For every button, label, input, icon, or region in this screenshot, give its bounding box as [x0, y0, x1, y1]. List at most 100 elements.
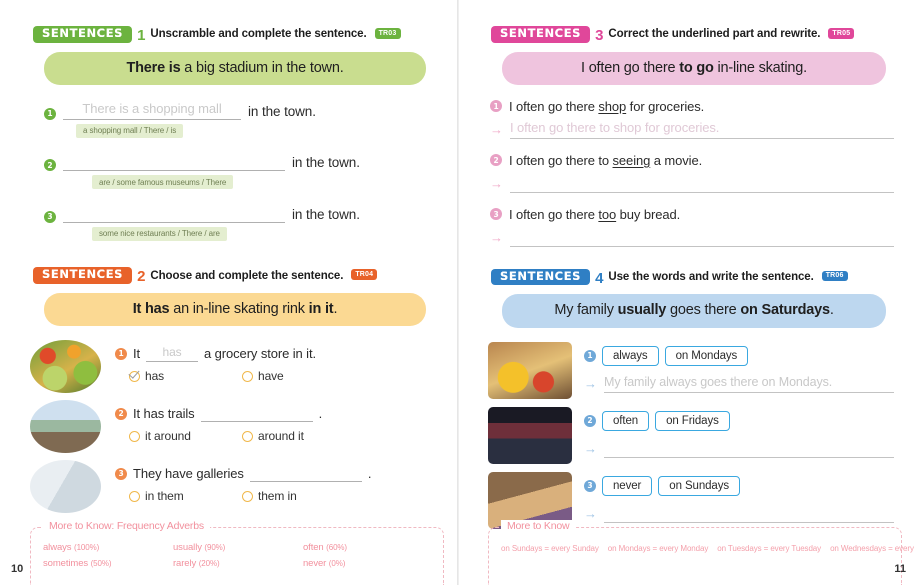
- answer-blank[interactable]: [63, 150, 285, 172]
- model-bold-part-2: on Saturdays: [740, 302, 830, 319]
- word-chip[interactable]: on Fridays: [655, 410, 730, 431]
- model-plain-part: My family: [554, 302, 618, 319]
- section-sentences-2: SENTENCES 2 Choose and complete the sent…: [30, 267, 434, 514]
- list-item: 1 always on Mondays → My family always g…: [488, 341, 894, 399]
- word-chip[interactable]: always: [602, 345, 659, 366]
- sentence-before: I often go there: [509, 98, 599, 114]
- model-plain-part: I often go there: [581, 59, 680, 76]
- model-bold-part: It has: [132, 300, 170, 317]
- radio-icon[interactable]: [242, 430, 253, 442]
- option-label: around it: [258, 429, 304, 444]
- audio-track-badge[interactable]: TR04: [351, 269, 378, 280]
- model-bold-part: There is: [126, 59, 181, 76]
- sentence-before: They have galleries: [133, 466, 244, 482]
- section-2-model-sentence: It has an in-line skating rink in it.: [44, 292, 426, 327]
- radio-checked-icon[interactable]: [129, 370, 140, 382]
- section-number: 4: [595, 269, 604, 287]
- item-number: 2: [44, 159, 56, 172]
- model-plain-part-2: goes there: [666, 302, 741, 319]
- sentence-after: buy bread.: [616, 206, 681, 222]
- word-chip[interactable]: on Mondays: [664, 345, 749, 366]
- frequency-adverb: rarely (20%): [173, 558, 303, 569]
- sentence-after: a grocery store in it.: [204, 346, 316, 362]
- answer-line[interactable]: I often go there to shop for groceries.: [510, 119, 894, 139]
- item-number: 3: [115, 467, 127, 480]
- option-label: have: [258, 369, 284, 384]
- option-choice[interactable]: them in: [242, 489, 355, 503]
- question-row: 3 in the town. some nice restaurants / T…: [30, 202, 434, 242]
- item-number: 2: [115, 407, 127, 420]
- option-choice[interactable]: have: [242, 369, 355, 383]
- list-item: 2 It has trails . it around around it: [30, 400, 434, 454]
- section-instruction: Correct the underlined part and rewrite.: [608, 28, 821, 41]
- adverb-percent: (50%): [90, 559, 112, 568]
- answer-blank[interactable]: [63, 202, 285, 223]
- section-instruction: Choose and complete the sentence.: [150, 269, 344, 282]
- answer-blank[interactable]: There is a shopping mall: [63, 99, 241, 120]
- word-chip[interactable]: on Sundays: [658, 475, 741, 496]
- adverb-word: always: [43, 542, 72, 553]
- model-bold-part-2: in it: [308, 300, 334, 317]
- arrow-icon: →: [584, 440, 597, 456]
- day-equivalent: on Tuesdays = every Tuesday: [717, 544, 822, 553]
- footer-title: More to Know: [501, 520, 576, 532]
- radio-icon[interactable]: [242, 490, 253, 502]
- word-bank-hint: a shopping mall / There / is: [76, 123, 184, 138]
- day-equivalent: on Mondays = every Monday: [607, 544, 709, 553]
- audio-track-badge[interactable]: TR05: [828, 28, 855, 39]
- radio-icon[interactable]: [242, 370, 253, 382]
- section-badge: SENTENCES: [33, 26, 133, 43]
- option-choice[interactable]: around it: [242, 429, 355, 443]
- adverb-percent: (100%): [74, 543, 100, 552]
- item-number: 1: [584, 349, 596, 362]
- item-number: 1: [115, 347, 127, 360]
- answer-line[interactable]: [604, 438, 894, 458]
- option-choice[interactable]: in them: [129, 489, 242, 503]
- list-item: 1 It has a grocery store in it. has have: [30, 340, 434, 394]
- list-item: 3 They have galleries . in them them in: [30, 460, 434, 514]
- adverb-word: sometimes: [43, 558, 89, 569]
- arrow-icon: →: [490, 121, 503, 137]
- page-number-right: 11: [894, 563, 906, 575]
- audio-track-badge[interactable]: TR06: [821, 270, 848, 282]
- word-chip[interactable]: often: [602, 410, 650, 431]
- answer-line[interactable]: [604, 503, 894, 523]
- left-page: SENTENCES 1 Unscramble and complete the …: [0, 0, 458, 585]
- radio-icon[interactable]: [129, 430, 140, 442]
- frequency-adverb: usually (90%): [173, 542, 303, 553]
- answer-blank[interactable]: has: [146, 345, 199, 363]
- day-equivalent: on Wednesdays = every Wednesday: [830, 544, 916, 553]
- option-label: in them: [145, 489, 184, 504]
- section-4-model-sentence: My family usually goes there on Saturday…: [502, 294, 886, 328]
- answer-line[interactable]: [510, 227, 894, 247]
- underlined-error: too: [598, 206, 617, 222]
- option-choice[interactable]: has: [129, 369, 242, 383]
- frequency-adverb: often (60%): [303, 542, 433, 553]
- model-bold-part: usually: [617, 302, 667, 319]
- item-number: 1: [490, 100, 502, 113]
- underlined-error: shop: [598, 98, 627, 114]
- section-3-model-sentence: I often go there to go in-line skating.: [502, 51, 886, 85]
- answer-line[interactable]: [510, 173, 894, 193]
- sentence-after: .: [318, 406, 323, 422]
- audio-track-badge[interactable]: TR03: [374, 28, 401, 39]
- model-plain-part: an in-line skating rink: [169, 300, 309, 317]
- page-number-left: 10: [11, 563, 24, 575]
- answer-line[interactable]: My family always goes there on Mondays.: [604, 373, 894, 393]
- radio-icon[interactable]: [129, 490, 140, 502]
- sentence-tail: in the town.: [292, 155, 360, 171]
- section-sentences-3: SENTENCES 3 Correct the underlined part …: [488, 26, 894, 247]
- option-label: them in: [258, 489, 297, 504]
- more-to-know-right: More to Know on Sundays = every Sunday on…: [488, 520, 916, 585]
- worksheet-spread: SENTENCES 1 Unscramble and complete the …: [0, 0, 916, 585]
- section-instruction: Unscramble and complete the sentence.: [150, 28, 367, 41]
- word-chip[interactable]: never: [602, 475, 653, 496]
- sentence-after: for groceries.: [626, 98, 705, 114]
- footer-title: More to Know: Frequency Adverbs: [43, 520, 210, 532]
- frequency-adverb: always (100%): [43, 542, 173, 553]
- answer-blank[interactable]: [249, 465, 362, 483]
- sentence-tail: in the town.: [248, 103, 316, 119]
- supermarket-shopping-photo: [488, 341, 572, 399]
- option-choice[interactable]: it around: [129, 429, 242, 443]
- answer-blank[interactable]: [200, 405, 313, 423]
